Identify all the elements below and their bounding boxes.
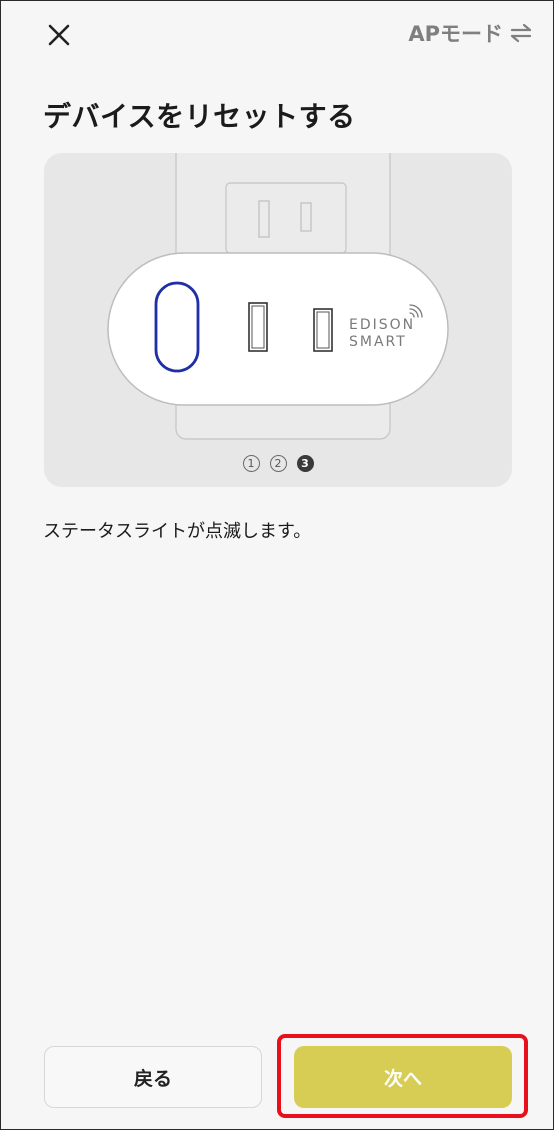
next-button-label: 次へ [383,1067,422,1090]
next-button[interactable]: 次へ [294,1046,512,1108]
status-light [154,281,200,373]
smart-plug-illustration: EDISON SMART [107,153,449,440]
close-icon [48,24,70,46]
ap-mode-button[interactable]: APモード [408,19,533,47]
close-button[interactable] [43,19,75,51]
step-indicator: 1 2 3 [44,455,512,472]
app-screen: APモード デバイスをリセットする EDISON SMART 1 2 3 ステー… [0,0,554,1130]
back-button-label: 戻る [133,1067,172,1090]
ap-mode-label: APモード [408,22,503,46]
step-dot-3-active[interactable]: 3 [296,455,314,472]
step-dot-1[interactable]: 1 [242,455,260,472]
brand-text-line1: EDISON [349,317,415,333]
wall-outlet [225,182,347,254]
page-title: デバイスをリセットする [43,100,356,133]
brand-text-line2: SMART [349,334,407,350]
instruction-text: ステータスライトが点滅します。 [43,521,312,542]
step-dot-2[interactable]: 2 [269,455,287,472]
swap-arrows-icon [510,23,532,43]
reset-illustration-carousel[interactable]: EDISON SMART 1 2 3 [44,153,512,487]
back-button[interactable]: 戻る [44,1046,262,1108]
